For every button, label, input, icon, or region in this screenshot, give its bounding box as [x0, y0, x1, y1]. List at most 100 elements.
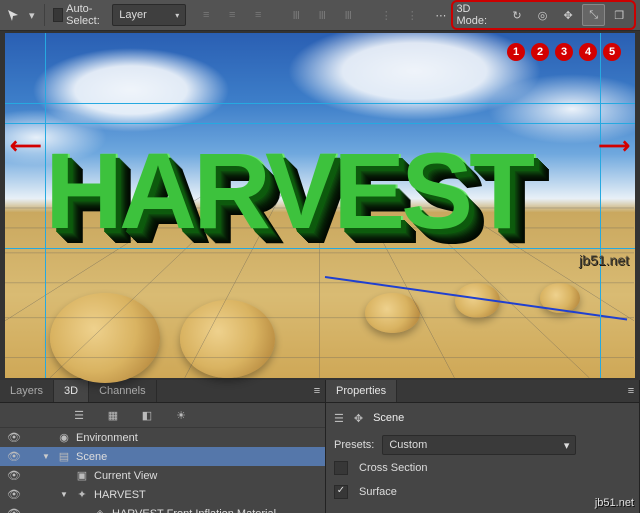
3d-rotate-icon[interactable]: ↻: [505, 4, 529, 26]
tab-properties[interactable]: Properties: [326, 380, 397, 402]
visibility-icon[interactable]: 👁: [4, 469, 24, 482]
panel-menu-icon[interactable]: ≡: [309, 380, 325, 402]
visibility-icon[interactable]: 👁: [4, 450, 24, 463]
cross-section-label: Cross Section: [359, 462, 427, 474]
right-panel-tabs: Properties ≡: [326, 380, 639, 403]
tree-item-label: Current View: [94, 470, 325, 482]
align-top-icon[interactable]: ≡: [194, 3, 218, 27]
scene-icon: ☰: [334, 412, 344, 425]
auto-select-checkbox[interactable]: [53, 8, 63, 22]
3d-roll-icon[interactable]: ◎: [531, 4, 555, 26]
3d-filter-bar: ☰ ▦ ◧ ☀: [0, 403, 325, 428]
presets-value: Custom: [389, 439, 427, 451]
tab-3d[interactable]: 3D: [54, 380, 89, 402]
chevron-down-icon: ▾: [564, 439, 570, 452]
visibility-icon[interactable]: 👁: [4, 431, 24, 444]
tab-channels[interactable]: Channels: [89, 380, 156, 402]
tree-item-label: Environment: [76, 432, 325, 444]
filter-mesh-icon[interactable]: ▦: [104, 406, 122, 424]
3d-text[interactable]: HARVEST: [45, 128, 531, 253]
properties-panel: Properties ≡ ☰ ✥ Scene Presets: Custom ▾…: [326, 380, 640, 513]
align-bottom-icon[interactable]: ≡: [246, 3, 270, 27]
3d-scale-icon[interactable]: ❐: [607, 4, 631, 26]
guide[interactable]: [5, 123, 635, 124]
tree-item[interactable]: 👁 ◈ HARVEST Front Inflation Material: [0, 504, 325, 513]
surface-row: Surface: [334, 485, 631, 499]
panels: Layers 3D Channels ≡ ☰ ▦ ◧ ☀ 👁 ◉ Environme…: [0, 380, 640, 513]
surface-checkbox[interactable]: [334, 485, 348, 499]
guide[interactable]: [600, 33, 601, 378]
distribute-v-icon[interactable]: ⋮: [400, 3, 424, 27]
properties-title: Scene: [373, 412, 404, 424]
align-right-icon[interactable]: Ⅲ: [336, 3, 360, 27]
left-panel-tabs: Layers 3D Channels ≡: [0, 380, 325, 403]
align-left-icon[interactable]: Ⅲ: [284, 3, 308, 27]
hay-bale: [50, 293, 160, 383]
align-group: ≡ ≡ ≡: [194, 3, 270, 27]
annotation-badge: 5: [603, 43, 621, 61]
filter-scene-icon[interactable]: ☰: [70, 406, 88, 424]
more-align-icon[interactable]: ⋯: [432, 3, 449, 27]
auto-select-mode-dropdown[interactable]: Layer ▾: [112, 4, 186, 26]
watermark: jb51.net: [595, 497, 634, 509]
tree-item[interactable]: 👁 ◉ Environment: [0, 428, 325, 447]
cross-section-checkbox[interactable]: [334, 461, 348, 475]
3d-slide-icon[interactable]: ⤡: [582, 4, 606, 26]
distribute-h-icon[interactable]: ⋮: [374, 3, 398, 27]
tree-item[interactable]: 👁 ▣ Current View: [0, 466, 325, 485]
annotation-badge: 2: [531, 43, 549, 61]
auto-select-option[interactable]: Auto-Select:: [53, 3, 106, 27]
watermark: jb51.net: [579, 252, 629, 268]
hay-bale: [365, 293, 420, 333]
tab-layers[interactable]: Layers: [0, 380, 54, 402]
tree-item[interactable]: 👁 ▼ ▤ Scene: [0, 447, 325, 466]
presets-label: Presets:: [334, 439, 374, 451]
3d-drag-icon[interactable]: ✥: [556, 4, 580, 26]
distribute-spacing-group: ⋮ ⋮: [374, 3, 424, 27]
properties-body: ☰ ✥ Scene Presets: Custom ▾ Cross Sectio…: [326, 403, 639, 503]
annotation-arrow-right: ⟶: [598, 133, 630, 159]
canvas[interactable]: HARVEST ⟵ ⟶ 1 2 3 4 5 jb51.net: [5, 33, 635, 378]
scene-icon: ▤: [56, 450, 72, 463]
tree-item[interactable]: 👁 ▼ ✦ HARVEST: [0, 485, 325, 504]
divider: [44, 4, 45, 26]
distribute-group: Ⅲ Ⅲ Ⅲ: [284, 3, 360, 27]
presets-dropdown[interactable]: Custom ▾: [382, 435, 576, 455]
auto-select-label: Auto-Select:: [66, 3, 106, 27]
panel-menu-icon[interactable]: ≡: [623, 380, 639, 402]
surface-check[interactable]: Surface: [334, 485, 397, 499]
camera-icon: ▣: [74, 469, 90, 482]
disclose-icon[interactable]: ▼: [60, 490, 70, 499]
visibility-icon[interactable]: 👁: [4, 507, 24, 513]
align-vcenter-icon[interactable]: ≡: [220, 3, 244, 27]
tree-item-label: Scene: [76, 451, 325, 463]
3d-scene-tree[interactable]: 👁 ◉ Environment 👁 ▼ ▤ Scene 👁 ▣ Current View 👁 ▼ ✦ HA…: [0, 428, 325, 513]
visibility-icon[interactable]: 👁: [4, 488, 24, 501]
filter-light-icon[interactable]: ☀: [172, 406, 190, 424]
move-tool-icon[interactable]: [4, 3, 21, 27]
tree-item-label: HARVEST Front Inflation Material: [112, 508, 325, 513]
3d-mode-group: 3D Mode: ↻ ◎ ✥ ⤡ ❐: [451, 0, 636, 30]
mesh-icon: ✦: [74, 488, 90, 501]
cross-section-row[interactable]: Cross Section: [334, 461, 631, 475]
3d-mode-label: 3D Mode:: [456, 3, 499, 27]
sphere-icon: ◉: [56, 431, 72, 444]
annotation-arrow-left: ⟵: [10, 133, 42, 159]
chevron-down-icon: ▾: [175, 11, 179, 20]
annotation-badge: 4: [579, 43, 597, 61]
annotation-badge: 1: [507, 43, 525, 61]
viewport: HARVEST ⟵ ⟶ 1 2 3 4 5 jb51.net: [0, 31, 640, 380]
disclose-icon[interactable]: ▼: [42, 452, 52, 461]
material-icon: ◈: [92, 507, 108, 513]
filter-material-icon[interactable]: ◧: [138, 406, 156, 424]
presets-row: Presets: Custom ▾: [334, 435, 631, 455]
tree-item-label: HARVEST: [94, 489, 325, 501]
options-bar: ▾ Auto-Select: Layer ▾ ≡ ≡ ≡ Ⅲ Ⅲ Ⅲ ⋮ ⋮ ⋯…: [0, 0, 640, 31]
guide[interactable]: [5, 103, 635, 104]
properties-header: ☰ ✥ Scene: [334, 407, 631, 429]
annotation-badge: 3: [555, 43, 573, 61]
align-hcenter-icon[interactable]: Ⅲ: [310, 3, 334, 27]
hay-bale: [180, 300, 275, 378]
coords-icon[interactable]: ✥: [354, 412, 363, 425]
tool-preset-picker[interactable]: ▾: [23, 3, 40, 27]
